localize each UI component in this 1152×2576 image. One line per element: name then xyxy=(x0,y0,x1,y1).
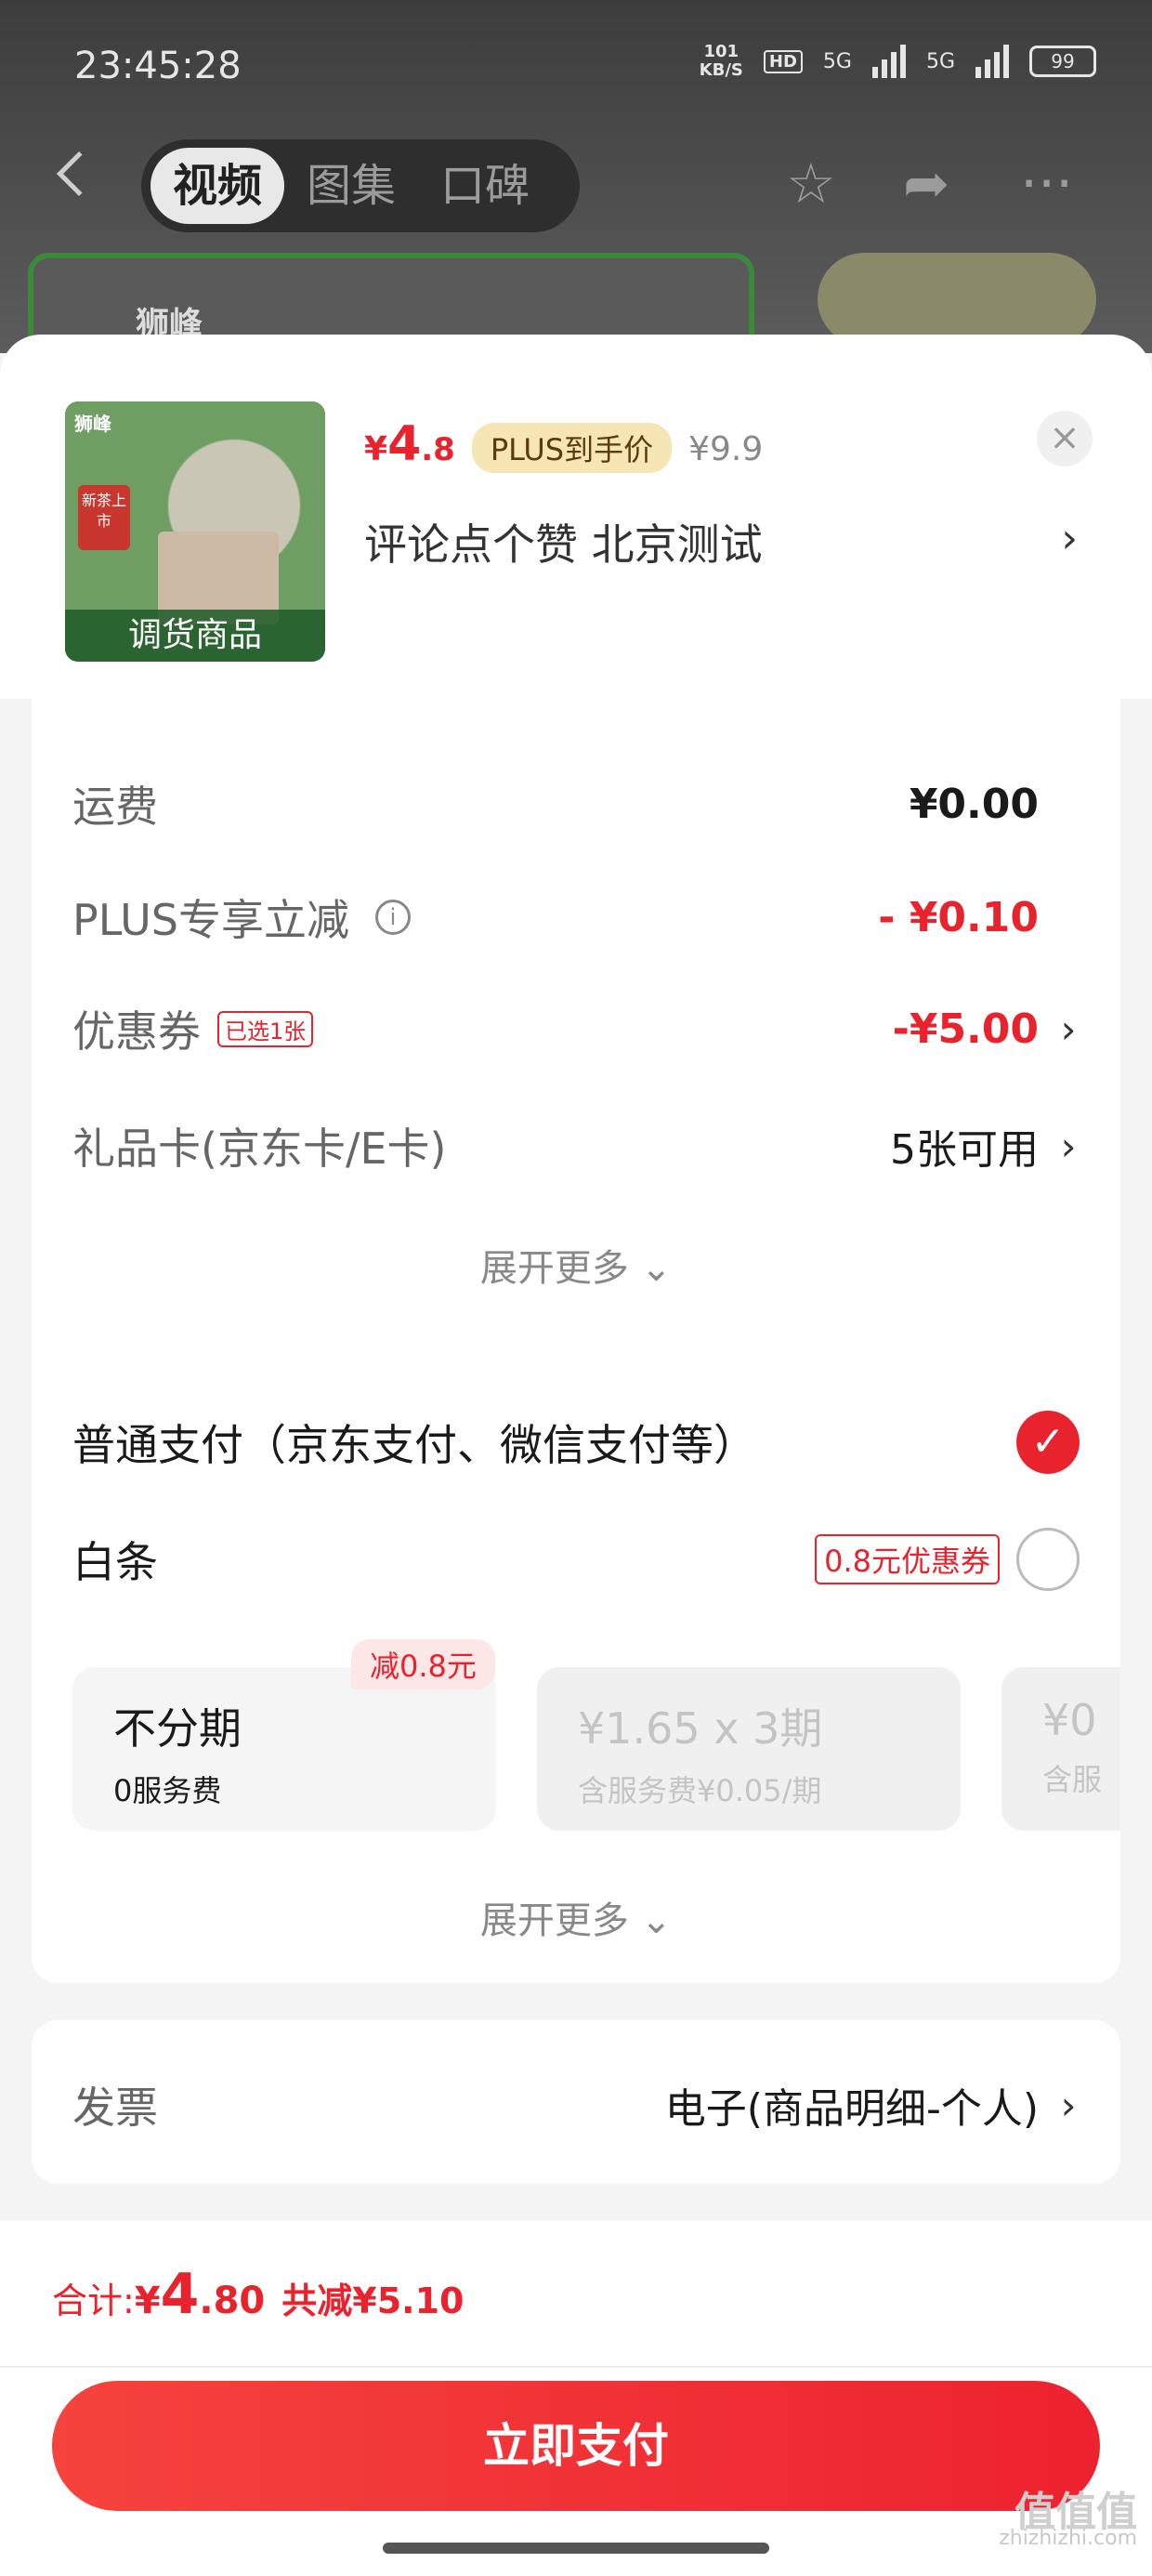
expand-more-link[interactable]: 展开更多 ⌄ xyxy=(32,1238,1120,1292)
battery-icon: 99 xyxy=(1029,46,1096,77)
watermark-url: zhizhizhi.com xyxy=(999,2527,1137,2550)
price-row: ¥4.8 PLUS到手价 ¥9.9 xyxy=(364,416,763,473)
pay-now-button[interactable]: 立即支付 xyxy=(52,2381,1100,2511)
status-icons: 101 KB/S HD 5G 5G 99 xyxy=(700,43,1096,80)
invoice-label: 发票 xyxy=(72,2083,158,2133)
giftcard-label: 礼品卡(京东卡/E卡) xyxy=(72,1124,447,1174)
thumb-caption: 调货商品 xyxy=(65,610,325,662)
product-price: ¥4.8 xyxy=(364,416,455,472)
total-saved: 共减¥5.10 xyxy=(281,2280,465,2321)
net-speed-value: 101 xyxy=(703,42,740,61)
hd-icon: HD xyxy=(763,49,803,73)
coupon-value: -¥5.00 xyxy=(892,1005,1039,1053)
option-sub: 含服 xyxy=(1042,1762,1103,1797)
plus-discount-label: PLUS专享立减 xyxy=(72,895,349,945)
tea-image xyxy=(818,253,1096,346)
tab-gallery[interactable]: 图集 xyxy=(284,148,418,224)
more-icon[interactable]: ··· xyxy=(1020,156,1073,212)
radio-button[interactable] xyxy=(1016,1528,1080,1591)
installment-option-more[interactable]: ¥0 含服 xyxy=(1001,1667,1120,1831)
coupon-label: 优惠券 xyxy=(72,1006,201,1057)
giftcard-value: 5张可用 xyxy=(890,1126,1039,1174)
option-title: 不分期 xyxy=(113,1703,242,1754)
divider xyxy=(0,2366,1152,2368)
chevron-right-icon[interactable]: › xyxy=(1061,515,1078,562)
shipping-value: ¥0.00 xyxy=(909,780,1039,828)
chevron-right-icon: › xyxy=(1060,1005,1077,1052)
baitiao-label: 白条 xyxy=(72,1537,158,1587)
reduce-badge: 减0.8元 xyxy=(351,1639,495,1689)
signal-icon-2 xyxy=(975,45,1009,78)
giftcard-row[interactable]: 礼品卡(京东卡/E卡) 5张可用 › xyxy=(72,1115,1080,1176)
normal-pay-row[interactable]: 普通支付（京东支付、微信支付等） ✓ xyxy=(72,1411,1080,1474)
new-tea-tag: 新茶上市 xyxy=(78,485,130,550)
tab-video[interactable]: 视频 xyxy=(151,148,285,224)
signal-5g-label: 5G xyxy=(822,49,852,73)
share-icon[interactable]: ➦ xyxy=(903,156,949,212)
product-spec[interactable]: 评论点个赞 北京测试 xyxy=(364,511,763,572)
close-icon[interactable]: × xyxy=(1037,411,1093,467)
total-dec: .80 xyxy=(199,2280,266,2322)
option-title: ¥0 xyxy=(1042,1695,1097,1745)
star-icon[interactable]: ☆ xyxy=(786,156,836,212)
payment-card: 普通支付（京东支付、微信支付等） ✓ 白条 0.8元优惠券 减0.8元 不分期 … xyxy=(32,1373,1120,1983)
thumb-logo: 狮峰 xyxy=(74,413,111,435)
coupon-row[interactable]: 优惠券 已选1张 -¥5.00 › xyxy=(72,998,1080,1059)
home-indicator[interactable] xyxy=(383,2543,769,2554)
price-dec: .8 xyxy=(421,431,455,468)
option-sub: 0服务费 xyxy=(113,1773,222,1808)
option-sub: 含服务费¥0.05/期 xyxy=(578,1773,822,1808)
tab-reviews[interactable]: 口碑 xyxy=(418,148,552,224)
status-time: 23:45:28 xyxy=(74,45,242,87)
invoice-card[interactable]: 发票 电子(商品明细-个人) › xyxy=(32,2020,1120,2184)
total-int: 4 xyxy=(160,2262,200,2327)
back-arrow-icon[interactable] xyxy=(56,151,102,197)
chevron-right-icon: › xyxy=(1060,2082,1077,2128)
coupon-selected-tag: 已选1张 xyxy=(217,1010,314,1047)
baitiao-row[interactable]: 白条 0.8元优惠券 xyxy=(72,1528,1080,1591)
invoice-value: 电子(商品明细-个人) xyxy=(664,2085,1039,2133)
baitiao-coupon-tag: 0.8元优惠券 xyxy=(815,1534,1000,1584)
watermark: 值值值 zhizhizhi.com xyxy=(999,2489,1137,2552)
plus-discount-value: - ¥0.10 xyxy=(878,893,1039,941)
price-symbol: ¥ xyxy=(364,430,388,468)
signal-5g-label-2: 5G xyxy=(925,49,955,73)
shipping-label: 运费 xyxy=(72,782,158,832)
media-tabs: 视频 图集 口碑 xyxy=(141,139,580,232)
background-page: 23:45:28 101 KB/S HD 5G 5G 99 视频 图集 口碑 ☆… xyxy=(0,0,1152,353)
price-int: 4 xyxy=(387,416,422,472)
product-thumbnail: 狮峰 新茶上市 调货商品 xyxy=(65,401,325,662)
shipping-row: 运费 ¥0.00 xyxy=(72,773,1080,835)
installment-option-none[interactable]: 不分期 0服务费 xyxy=(72,1667,496,1831)
signal-icon xyxy=(871,45,906,78)
invoice-row[interactable]: 发票 电子(商品明细-个人) › xyxy=(72,2074,1080,2136)
installment-options: 不分期 0服务费 ¥1.65 x 3期 含服务费¥0.05/期 ¥0 含服 xyxy=(72,1667,1120,1834)
chevron-right-icon: › xyxy=(1060,1123,1077,1169)
option-title: ¥1.65 x 3期 xyxy=(578,1703,823,1754)
total-label: 合计: xyxy=(52,2280,135,2321)
checkout-footer: 合计: ¥ 4 .80 共减¥5.10 立即支付 值值值 zhizhizhi.c… xyxy=(0,2221,1152,2576)
total-symbol: ¥ xyxy=(134,2280,161,2322)
original-price: ¥9.9 xyxy=(688,430,764,468)
watermark-logo: 值值值 xyxy=(1015,2489,1137,2536)
plus-discount-row: PLUS专享立减 i - ¥0.10 xyxy=(72,887,1080,948)
expand-more-link[interactable]: 展开更多 ⌄ xyxy=(32,1890,1120,1944)
net-speed-unit: KB/S xyxy=(699,60,743,80)
info-icon[interactable]: i xyxy=(374,900,411,935)
installment-option-3[interactable]: ¥1.65 x 3期 含服务费¥0.05/期 xyxy=(537,1667,961,1831)
product-summary: 狮峰 新茶上市 调货商品 ¥4.8 PLUS到手价 ¥9.9 × 评论点个赞 北… xyxy=(0,335,1152,699)
normal-pay-label: 普通支付（京东支付、微信支付等） xyxy=(72,1420,756,1470)
checkmark-icon[interactable]: ✓ xyxy=(1016,1411,1080,1474)
plus-price-tag: PLUS到手价 xyxy=(471,423,673,473)
net-speed: 101 KB/S xyxy=(700,43,743,80)
total-amount: 合计: ¥ 4 .80 共减¥5.10 xyxy=(52,2262,464,2327)
